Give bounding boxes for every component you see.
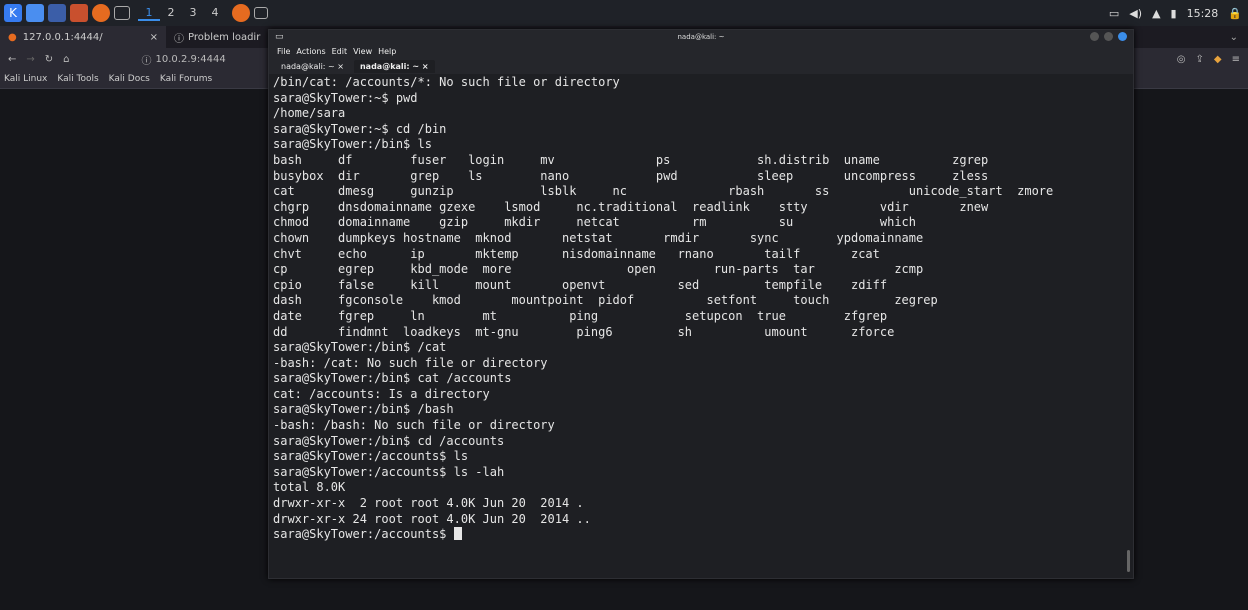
forward-icon[interactable]: → bbox=[26, 54, 34, 65]
terminal-line: sara@SkyTower:/accounts$ ls -lah bbox=[273, 464, 505, 479]
workspace-switcher: 1 2 3 4 bbox=[138, 6, 226, 21]
menu-view[interactable]: View bbox=[353, 47, 372, 56]
workspace-1[interactable]: 1 bbox=[138, 6, 160, 21]
file-manager-icon[interactable] bbox=[48, 4, 66, 22]
terminal-line: sara@SkyTower:/bin$ ls bbox=[273, 137, 432, 152]
terminal-line: -bash: /bash: No such file or directory bbox=[273, 418, 555, 433]
volume-icon[interactable]: ◀) bbox=[1129, 7, 1142, 20]
menu-actions[interactable]: Actions bbox=[296, 47, 325, 56]
system-tray: ▭ ◀) ▲ ▮ 15:28 🔒 bbox=[1109, 0, 1242, 26]
terminal-tab-1[interactable]: nada@kali: ~ × bbox=[275, 60, 350, 73]
terminal-line: /bin/cat: /accounts/*: No such file or d… bbox=[273, 75, 620, 89]
extension-icon[interactable]: ◆ bbox=[1214, 54, 1222, 65]
bookmark-kali-linux[interactable]: Kali Linux bbox=[4, 74, 47, 84]
terminal-line: dash fgconsole kmod mountpoint pidof set… bbox=[273, 293, 938, 308]
terminal-line: chgrp dnsdomainname gzexe lsmod nc.tradi… bbox=[273, 199, 989, 214]
url-info-icon: ⓘ bbox=[141, 55, 152, 67]
menu-help[interactable]: Help bbox=[378, 47, 396, 56]
terminal-scrollbar[interactable] bbox=[1127, 550, 1130, 572]
tab-title: 127.0.0.1:4444/ bbox=[22, 31, 103, 43]
terminal-line: sara@SkyTower:~$ cd /bin bbox=[273, 121, 447, 136]
terminal-line: dd findmnt loadkeys mt-gnu ping6 sh umou… bbox=[273, 324, 895, 339]
home-icon[interactable]: ⌂ bbox=[63, 54, 69, 65]
terminal-line: cpio false kill mount openvt sed tempfil… bbox=[273, 277, 888, 292]
terminal-line: -bash: /cat: No such file or directory bbox=[273, 355, 548, 370]
clock[interactable]: 15:28 bbox=[1187, 7, 1219, 20]
terminal-task-icon[interactable] bbox=[254, 7, 268, 19]
battery-icon[interactable]: ▮ bbox=[1171, 7, 1177, 20]
menu-file[interactable]: File bbox=[277, 47, 290, 56]
terminal-line: cat dmesg gunzip lsblk nc rbash ss unico… bbox=[273, 184, 1054, 199]
terminal-line: /home/sara bbox=[273, 106, 346, 121]
terminal-line: sara@SkyTower:/accounts$ ls bbox=[273, 449, 469, 464]
terminal-line: chvt echo ip mktemp nisdomainname rnano … bbox=[273, 246, 880, 261]
bookmark-kali-forums[interactable]: Kali Forums bbox=[160, 74, 212, 84]
terminal-line: sara@SkyTower:/bin$ /bash bbox=[273, 402, 454, 417]
taskbar: K 1 2 3 4 ▭ ◀) ▲ ▮ 15:28 🔒 bbox=[0, 0, 1248, 26]
terminal-title: nada@kali: ~ bbox=[677, 33, 725, 41]
terminal-line: drwxr-xr-x 24 root root 4.0K Jun 20 2014… bbox=[273, 511, 591, 526]
browser-tab-2[interactable]: ⓘ Problem loadir bbox=[166, 26, 268, 48]
minimize-button[interactable] bbox=[1089, 32, 1099, 41]
terminal-menubar: File Actions Edit View Help bbox=[269, 44, 1133, 58]
terminal-window[interactable]: ▭ nada@kali: ~ File Actions Edit View He… bbox=[268, 29, 1134, 579]
terminal-cursor bbox=[453, 527, 462, 541]
terminal-line: sara@SkyTower:~$ pwd bbox=[273, 90, 418, 105]
kali-menu-icon[interactable]: K bbox=[4, 4, 22, 22]
terminal-line: bash df fuser login mv ps sh.distrib una… bbox=[273, 152, 989, 167]
terminal-line: total 8.0K bbox=[273, 480, 346, 495]
lock-icon[interactable]: 🔒 bbox=[1228, 7, 1242, 20]
close-tab-icon[interactable]: × bbox=[150, 32, 158, 43]
share-icon[interactable]: ⇪ bbox=[1196, 54, 1204, 65]
tab-title: Problem loadir bbox=[188, 31, 261, 43]
reload-icon[interactable]: ↻ bbox=[45, 54, 53, 65]
back-icon[interactable]: ← bbox=[8, 54, 16, 65]
terminal-line: date fgrep ln mt ping setupcon true zfgr… bbox=[273, 308, 888, 323]
terminal-titlebar[interactable]: ▭ nada@kali: ~ bbox=[269, 30, 1133, 44]
terminal-line: sara@SkyTower:/bin$ cat /accounts bbox=[273, 371, 512, 386]
terminal-tab-strip: nada@kali: ~ × nada@kali: ~ × bbox=[269, 58, 1133, 74]
terminal-line: sara@SkyTower:/bin$ cd /accounts bbox=[273, 433, 505, 448]
terminal-line: chown dumpkeys hostname mknod netstat rm… bbox=[273, 230, 924, 245]
tab-list-chevron-icon[interactable]: ⌄ bbox=[1230, 32, 1238, 43]
firefox-task-icon[interactable] bbox=[232, 4, 250, 22]
menu-edit[interactable]: Edit bbox=[332, 47, 348, 56]
notification-icon[interactable]: ▲ bbox=[1152, 7, 1160, 20]
terminal-tab-2[interactable]: nada@kali: ~ × bbox=[353, 59, 435, 73]
close-button[interactable] bbox=[1118, 32, 1127, 41]
close-tab-icon[interactable]: × bbox=[422, 62, 429, 71]
menu-icon[interactable]: ≡ bbox=[1232, 54, 1240, 65]
url-field[interactable]: 10.0.2.9:4444 bbox=[156, 54, 226, 65]
terminal-line: cp egrep kbd_mode more open run-parts ta… bbox=[273, 262, 924, 277]
text-editor-icon[interactable] bbox=[70, 4, 88, 22]
firefox-tab-icon: ● bbox=[8, 31, 17, 43]
terminal-output[interactable]: /bin/cat: /accounts/*: No such file or d… bbox=[273, 75, 1123, 574]
terminal-line: sara@SkyTower:/accounts$ bbox=[273, 527, 1123, 543]
terminal-line: chmod domainname gzip mkdir netcat rm su… bbox=[273, 215, 916, 230]
info-icon: ⓘ bbox=[174, 33, 184, 45]
browser-tab-1[interactable]: ● 127.0.0.1:4444/ × bbox=[0, 26, 166, 48]
terminal-app-icon: ▭ bbox=[275, 32, 284, 42]
display-icon[interactable]: ▭ bbox=[1109, 7, 1119, 20]
bookmark-kali-docs[interactable]: Kali Docs bbox=[109, 74, 150, 84]
pocket-icon[interactable]: ◎ bbox=[1177, 54, 1186, 65]
bookmark-kali-tools[interactable]: Kali Tools bbox=[57, 74, 98, 84]
terminal-line: cat: /accounts: Is a directory bbox=[273, 386, 490, 401]
workspace-3[interactable]: 3 bbox=[182, 6, 204, 21]
maximize-button[interactable] bbox=[1103, 32, 1113, 41]
firefox-icon[interactable] bbox=[92, 4, 110, 22]
workspace-2[interactable]: 2 bbox=[160, 6, 182, 21]
terminal-line: sara@SkyTower:/bin$ /cat bbox=[273, 340, 447, 355]
terminal-line: busybox dir grep ls nano pwd sleep uncom… bbox=[273, 168, 989, 183]
workspace-4[interactable]: 4 bbox=[204, 6, 226, 21]
terminal-icon[interactable] bbox=[114, 6, 130, 20]
terminal-line: drwxr-xr-x 2 root root 4.0K Jun 20 2014 … bbox=[273, 496, 584, 511]
close-tab-icon[interactable]: × bbox=[337, 62, 344, 71]
desktop-icon[interactable] bbox=[26, 4, 44, 22]
